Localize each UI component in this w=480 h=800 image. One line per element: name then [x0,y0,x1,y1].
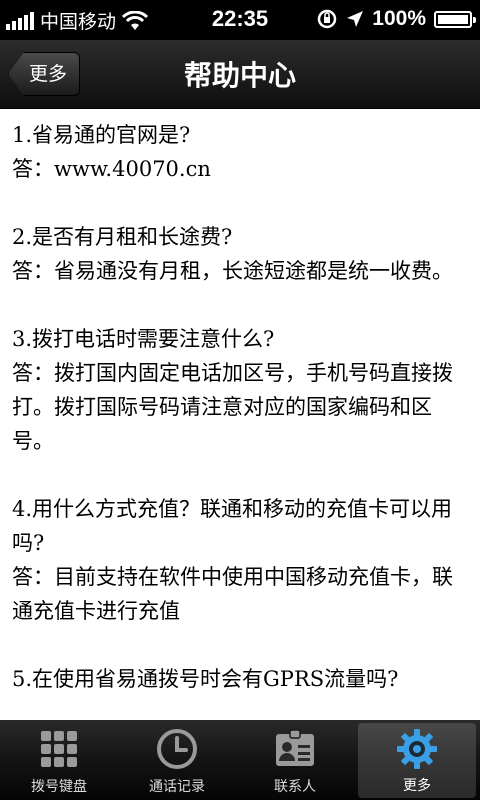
contacts-icon [276,729,314,766]
tab-keypad[interactable]: 拨号键盘 [0,720,118,800]
keypad-icon [41,731,77,767]
tab-call-log[interactable]: 通话记录 [118,720,236,800]
tab-bar: 拨号键盘 通话记录 联系人 更多 [0,720,480,800]
faq-item: 5.在使用省易通拨号时会有GPRS流量吗? [12,662,468,696]
status-bar: 中国移动 22:35 100% [0,0,480,40]
faq-question: 3.拨打电话时需要注意什么? [12,327,275,351]
tab-label: 通话记录 [149,779,205,795]
gear-icon [397,729,437,769]
tab-more[interactable]: 更多 [358,723,476,798]
faq-question: 1.省易通的官网是? [12,123,191,147]
tab-label: 更多 [403,778,431,794]
rotation-lock-icon [318,9,337,29]
battery-percent: 100% [372,7,426,30]
faq-item: 4.用什么方式充值？联通和移动的充值卡可以用吗? 答：目前支持在软件中使用中国移… [12,492,468,628]
clock-icon [157,729,197,769]
faq-item: 2.是否有月租和长途费? 答：省易通没有月租，长途短途都是统一收费。 [12,220,468,288]
faq-item: 1.省易通的官网是? 答：www.40070.cn [12,118,468,186]
page-title: 帮助中心 [183,59,296,92]
faq-answer: 答：拨打国内固定电话加区号，手机号码直接拨打。拨打国际号码请注意对应的国家编码和… [12,361,453,453]
faq-question: 5.在使用省易通拨号时会有GPRS流量吗? [12,667,399,691]
faq-item: 3.拨打电话时需要注意什么? 答：拨打国内固定电话加区号，手机号码直接拨打。拨打… [12,322,468,458]
tab-label: 拨号键盘 [31,779,87,795]
tab-label: 联系人 [274,779,316,795]
faq-question: 2.是否有月租和长途费? [12,225,233,249]
tab-contacts[interactable]: 联系人 [236,720,354,800]
location-arrow-icon [347,11,364,27]
faq-answer: 答：省易通没有月租，长途短途都是统一收费。 [12,259,453,283]
battery-icon [434,10,476,28]
faq-question: 4.用什么方式充值？联通和移动的充值卡可以用吗? [12,497,453,555]
faq-answer: 答：目前支持在软件中使用中国移动充值卡，联通充值卡进行充值 [12,565,453,623]
faq-content[interactable]: 1.省易通的官网是? 答：www.40070.cn 2.是否有月租和长途费? 答… [0,108,480,720]
faq-answer: 答：www.40070.cn [12,157,211,181]
navigation-bar: 更多 帮助中心 [0,40,480,109]
